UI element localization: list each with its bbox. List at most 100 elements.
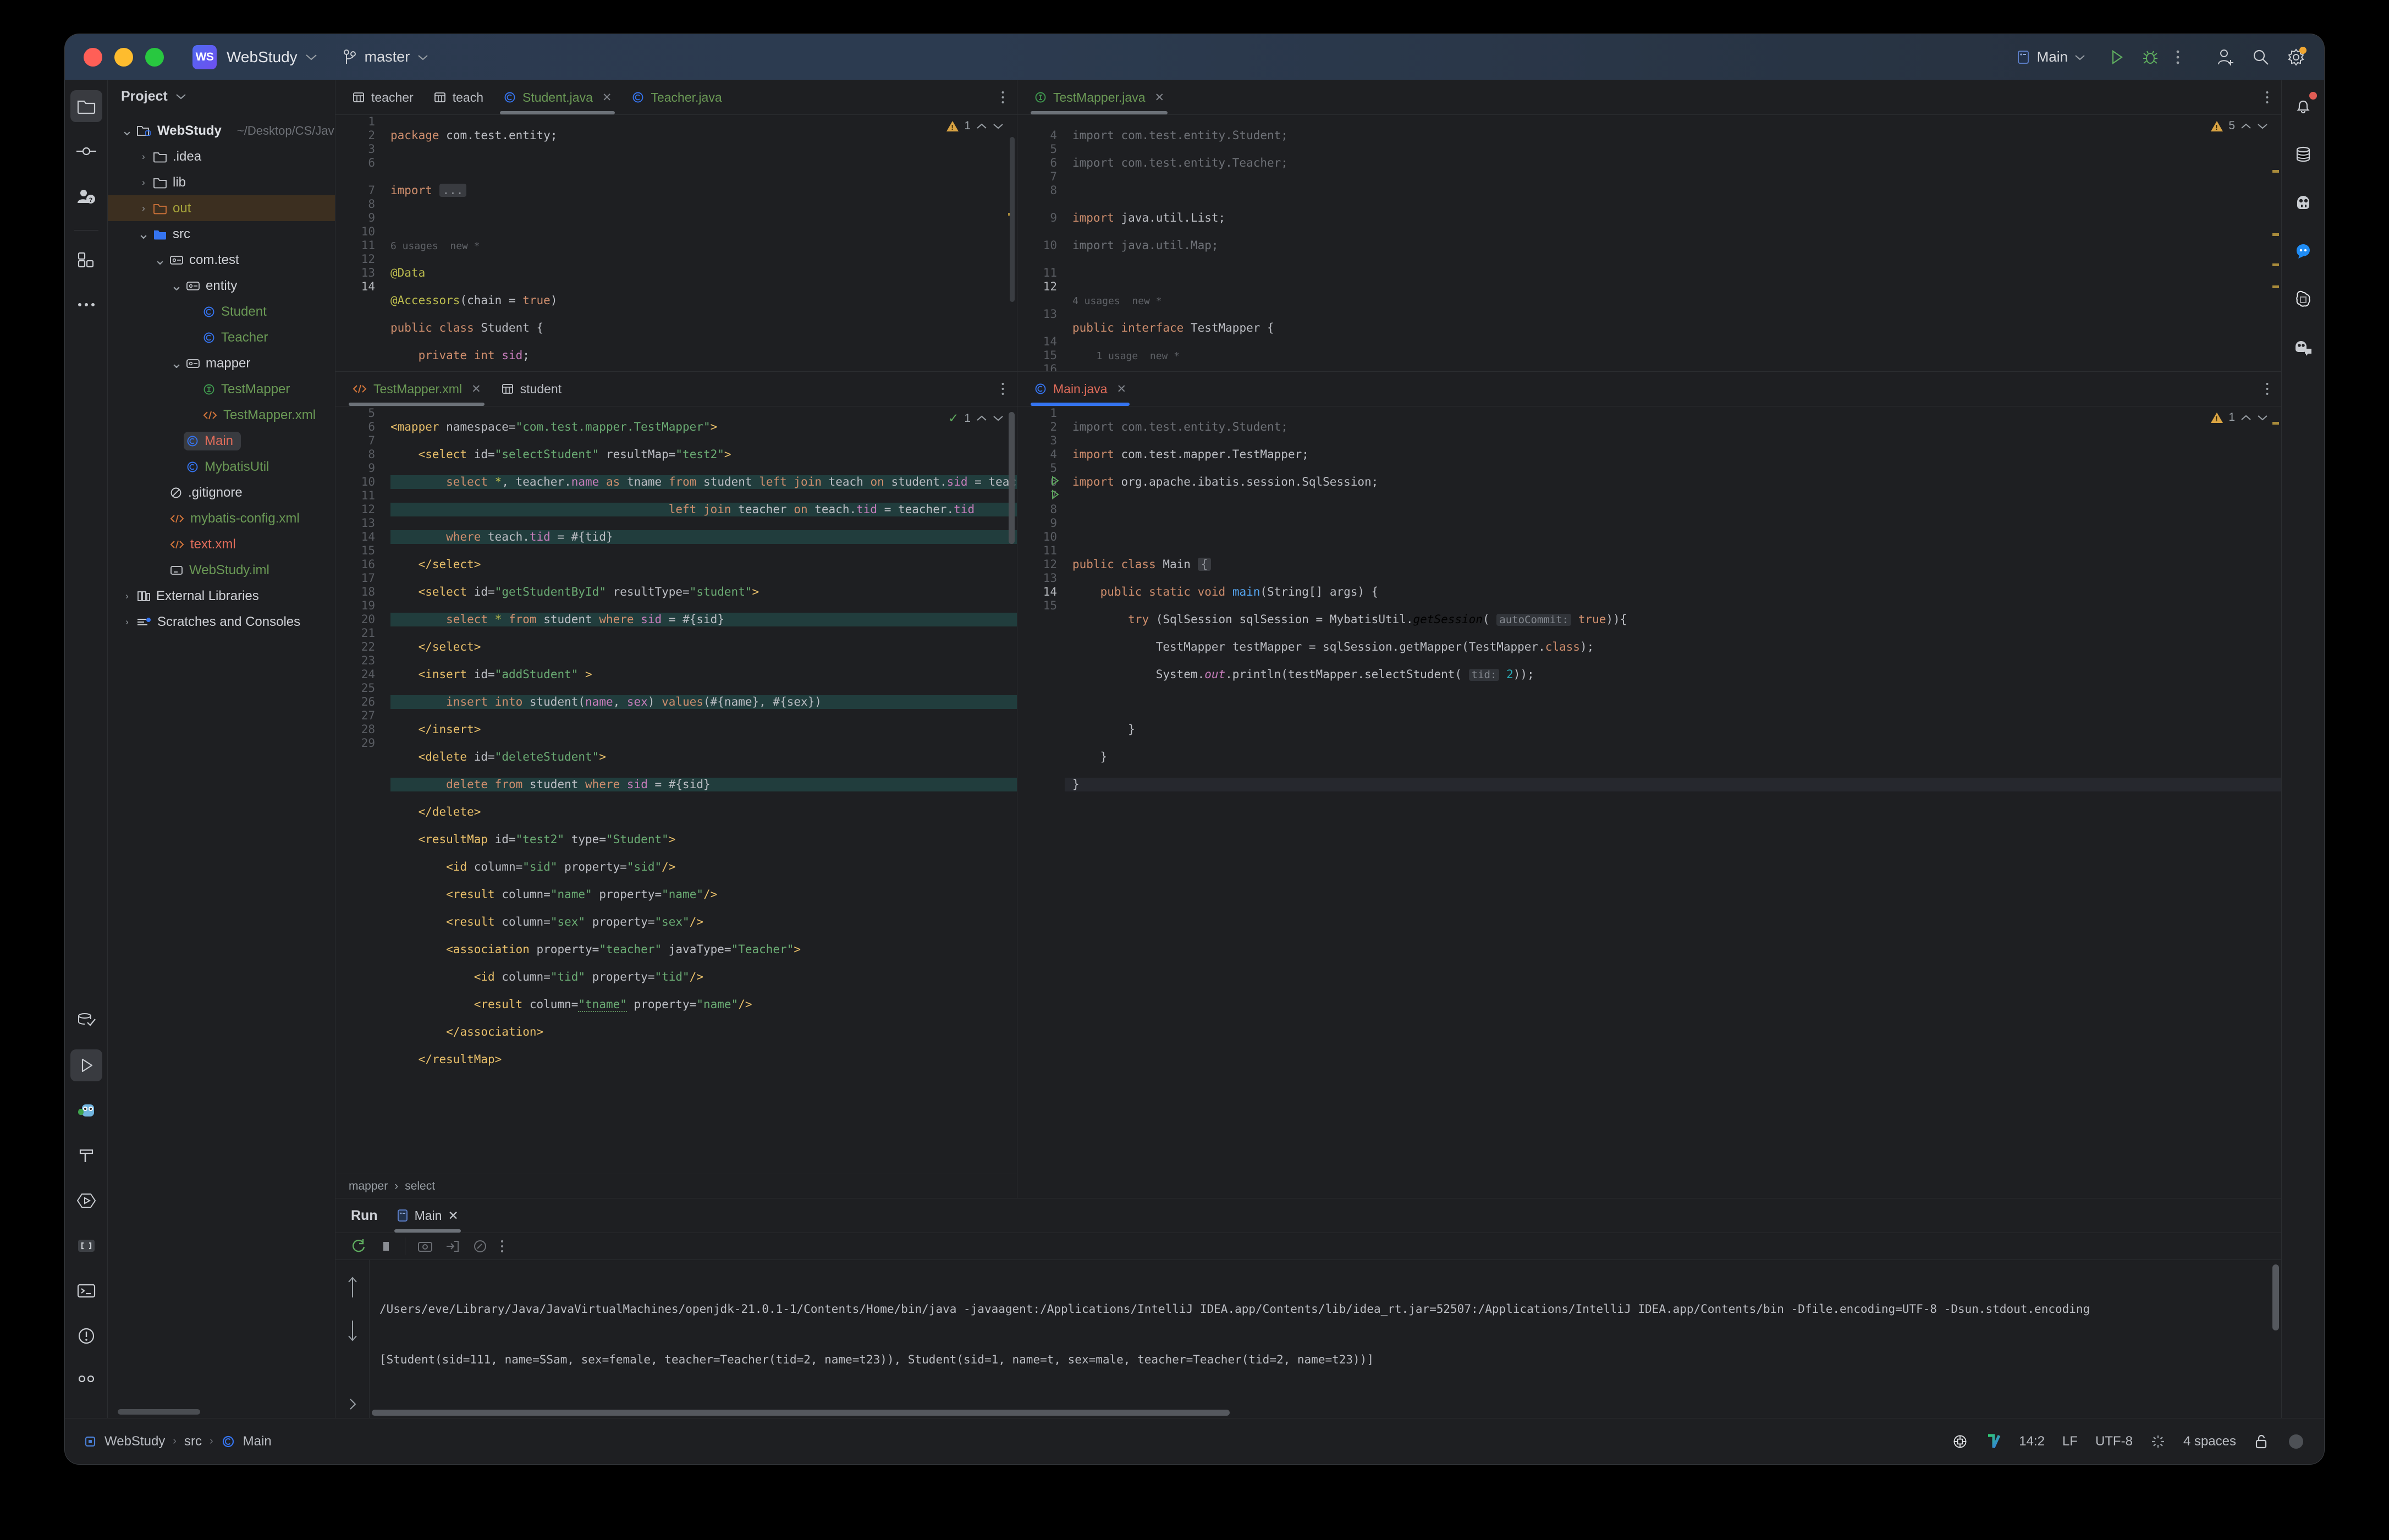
gutter-main[interactable]: 1 2 3 4 5 6 7 8 9 10 11 12 13 14 15	[1017, 406, 1065, 1198]
prev-problem-icon[interactable]	[2241, 414, 2252, 421]
chevron-down-icon[interactable]: ⌄	[169, 277, 184, 294]
breadcrumb-item-select[interactable]: select	[405, 1180, 435, 1193]
tab-teacher[interactable]: teacher	[343, 80, 422, 114]
tree-item-src[interactable]: ⌄ src	[108, 221, 335, 247]
tree-item-teacher[interactable]: Teacher	[108, 324, 335, 350]
code-area-main[interactable]: 1 123456789101112131415 import com.test.…	[1017, 406, 2281, 1198]
sidebar-item-more[interactable]	[70, 289, 102, 321]
status-breadcrumb-src[interactable]: src	[184, 1434, 202, 1449]
chevron-right-icon[interactable]: ›	[136, 203, 151, 214]
editor-scrollbar-student[interactable]	[1010, 137, 1015, 302]
sidebar-item-database[interactable]	[70, 1004, 102, 1036]
run-configuration-selector[interactable]: Main	[2010, 45, 2092, 69]
run-more-actions[interactable]	[500, 1239, 504, 1253]
inspection-widget-student[interactable]: 1	[946, 119, 1004, 133]
sidebar-item-pull-requests[interactable]: ?	[70, 180, 102, 212]
gear-icon[interactable]	[2287, 46, 2307, 67]
next-problem-icon[interactable]	[2257, 123, 2268, 130]
editor-scrollbar-xml[interactable]	[1009, 412, 1015, 544]
sidebar-item-run-anything[interactable]	[70, 1185, 102, 1217]
tab-student-java[interactable]: Student.java ✕	[494, 80, 620, 114]
ai-assistant-button[interactable]	[2287, 187, 2319, 219]
console-horizontal-scrollbar[interactable]	[372, 1410, 1230, 1416]
chevron-down-icon[interactable]	[175, 93, 186, 100]
inspection-widget-testmapper[interactable]: 5	[2211, 119, 2268, 133]
code-with-me-button[interactable]	[2287, 332, 2319, 364]
next-problem-icon[interactable]	[2257, 414, 2268, 421]
run-gutter-icon[interactable]	[1050, 475, 1060, 486]
openai-status-icon[interactable]	[1952, 1433, 1968, 1450]
tab-main-java[interactable]: Main.java ✕	[1025, 372, 1135, 406]
chevron-right-icon[interactable]: ›	[120, 591, 134, 602]
chevron-down-icon[interactable]: ⌄	[136, 226, 151, 243]
chevron-right-icon[interactable]: ›	[120, 617, 134, 628]
file-encoding[interactable]: UTF-8	[2095, 1434, 2133, 1449]
soft-wrap-button[interactable]	[472, 1239, 488, 1253]
search-icon[interactable]	[2252, 48, 2270, 67]
scroll-down-icon[interactable]	[346, 1318, 359, 1343]
chevron-down-icon[interactable]: ⌄	[153, 251, 167, 268]
tabbar-testmapper[interactable]: TestMapper.java ✕	[1017, 80, 2281, 114]
chat-button[interactable]	[2287, 235, 2319, 267]
tab-more-actions[interactable]	[1001, 90, 1005, 105]
tab-more-actions[interactable]	[2265, 382, 2269, 396]
inspection-widget-main[interactable]: 1	[2211, 411, 2268, 424]
close-icon[interactable]: ✕	[448, 1208, 458, 1223]
openai-button[interactable]	[2287, 284, 2319, 316]
next-problem-icon[interactable]	[993, 123, 1004, 130]
tree-item-text-xml[interactable]: text.xml	[108, 531, 335, 557]
window-controls[interactable]	[84, 47, 164, 67]
stop-button[interactable]	[379, 1239, 393, 1253]
tree-item-external-libraries[interactable]: › External Libraries	[108, 583, 335, 609]
code-content-testmapper[interactable]: import com.test.entity.Student; import c…	[1065, 115, 2281, 371]
export-button[interactable]	[445, 1239, 460, 1253]
sidebar-item-terminal[interactable]	[70, 1275, 102, 1307]
run-gutter-icon[interactable]	[1050, 489, 1060, 500]
close-icon[interactable]: ✕	[471, 382, 481, 396]
caret-position[interactable]: 14:2	[2019, 1434, 2045, 1449]
tree-item-mybatis-config-xml[interactable]: mybatis-config.xml	[108, 505, 335, 531]
add-user-icon[interactable]	[2216, 48, 2235, 67]
status-breadcrumb[interactable]: WebStudy › src › Main	[84, 1434, 272, 1449]
sidebar-item-structure[interactable]	[70, 1230, 102, 1262]
branch-selector[interactable]: master	[343, 48, 429, 65]
close-icon[interactable]: ✕	[1154, 91, 1164, 105]
indent-setting[interactable]: 4 spaces	[2183, 1434, 2236, 1449]
close-window-button[interactable]	[84, 47, 102, 67]
tree-item-mapper[interactable]: ⌄ mapper	[108, 350, 335, 376]
expand-console-icon[interactable]	[347, 1397, 358, 1411]
avatar[interactable]	[2287, 1432, 2305, 1451]
sidebar-item-commit[interactable]	[70, 135, 102, 167]
code-area-xml[interactable]: ✓ 1 5 6 7 8 9 10 11 12 13 14 15 16 17 18 19 20 21 22 23 24 2…	[335, 406, 1017, 1174]
tab-testmapper-xml[interactable]: TestMapper.xml ✕	[343, 372, 490, 406]
code-area-student[interactable]: 1 12367891011121314 package com.test.ent…	[335, 114, 1017, 371]
inspection-widget-xml[interactable]: ✓ 1	[948, 411, 1004, 426]
run-button[interactable]	[2109, 48, 2125, 66]
tree-item-testmapper[interactable]: TestMapper	[108, 376, 335, 402]
tab-teacher-java[interactable]: Teacher.java	[623, 80, 730, 114]
tree-item-webstudy-iml[interactable]: WebStudy.iml	[108, 557, 335, 583]
camera-button[interactable]	[417, 1239, 433, 1253]
maximize-window-button[interactable]	[145, 47, 164, 67]
code-content-xml[interactable]: <mapper namespace="com.test.mapper.TestM…	[383, 406, 1017, 1174]
tree-item-out[interactable]: › out	[108, 195, 335, 221]
tree-item-webstudy[interactable]: ⌄ WebStudy ~/Desktop/CS/Jav	[108, 118, 335, 144]
tree-item-scratches-and-consoles[interactable]: › Scratches and Consoles	[108, 609, 335, 635]
rerun-button[interactable]	[351, 1238, 367, 1255]
breadcrumb-item-mapper[interactable]: mapper	[349, 1180, 388, 1193]
tab-more-actions[interactable]	[2265, 90, 2269, 105]
sidebar-item-plugins[interactable]	[70, 244, 102, 276]
tabbar-student[interactable]: teacher teach Student.java ✕ Teacher.java	[335, 80, 1017, 114]
status-breadcrumb-main[interactable]: Main	[243, 1434, 272, 1449]
lock-icon[interactable]	[2254, 1433, 2269, 1450]
sidebar-item-run[interactable]	[70, 1049, 102, 1081]
sidebar-item-go[interactable]	[70, 1094, 102, 1126]
chevron-down-icon[interactable]: ⌄	[120, 122, 134, 139]
project-tree[interactable]: ⌄ WebStudy ~/Desktop/CS/Jav › .idea › lib › out ⌄…	[108, 112, 335, 1409]
scroll-up-icon[interactable]	[346, 1275, 359, 1300]
notifications-button[interactable]	[2287, 90, 2319, 122]
prev-problem-icon[interactable]	[976, 415, 987, 422]
chevron-right-icon[interactable]: ›	[136, 151, 151, 162]
minimize-window-button[interactable]	[114, 47, 133, 67]
tabbar-main[interactable]: Main.java ✕	[1017, 372, 2281, 406]
